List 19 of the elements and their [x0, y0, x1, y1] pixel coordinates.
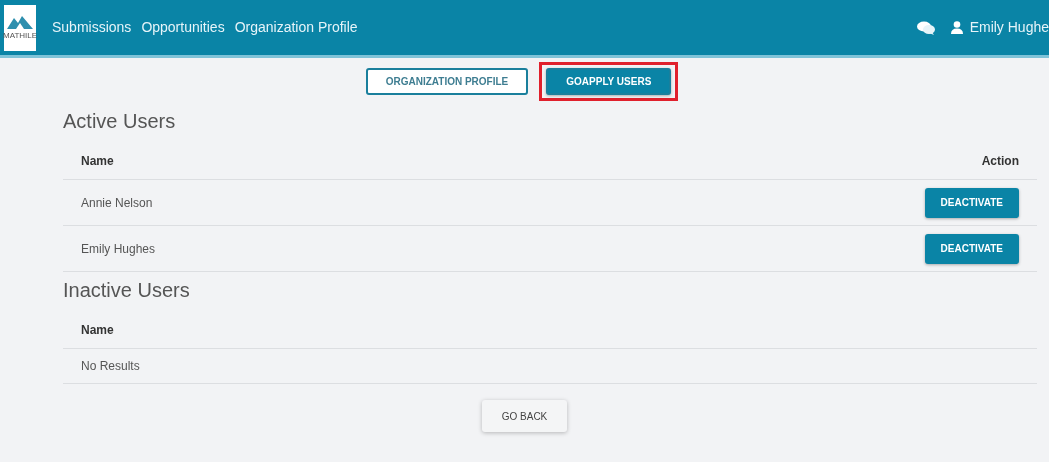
nav-link[interactable]: Submissions — [52, 17, 132, 38]
column-header: Name — [81, 152, 114, 170]
column-header: Action — [981, 152, 1019, 170]
tab[interactable]: ORGANIZATION PROFILE — [365, 68, 529, 95]
section-title: Active Users — [63, 109, 177, 134]
go-back-button[interactable]: GO BACK — [481, 400, 568, 432]
tab[interactable]: GOAPPLY USERS — [546, 68, 672, 95]
chat-icon[interactable] — [916, 20, 935, 35]
nav-link[interactable]: Organization Profile — [234, 17, 358, 38]
user-icon — [950, 21, 963, 34]
user-name: Emily Hughes — [81, 240, 156, 258]
empty-message: No Results — [81, 358, 140, 375]
user-menu[interactable]: Emily Hughe — [969, 17, 1049, 38]
deactivate-button[interactable]: DEACTIVATE — [924, 233, 1019, 264]
column-header: Name — [81, 321, 114, 339]
deactivate-button[interactable]: DEACTIVATE — [924, 187, 1019, 218]
nav-link[interactable]: Opportunities — [141, 17, 225, 38]
section-title: Inactive Users — [63, 278, 191, 303]
user-name: Annie Nelson — [81, 194, 153, 212]
